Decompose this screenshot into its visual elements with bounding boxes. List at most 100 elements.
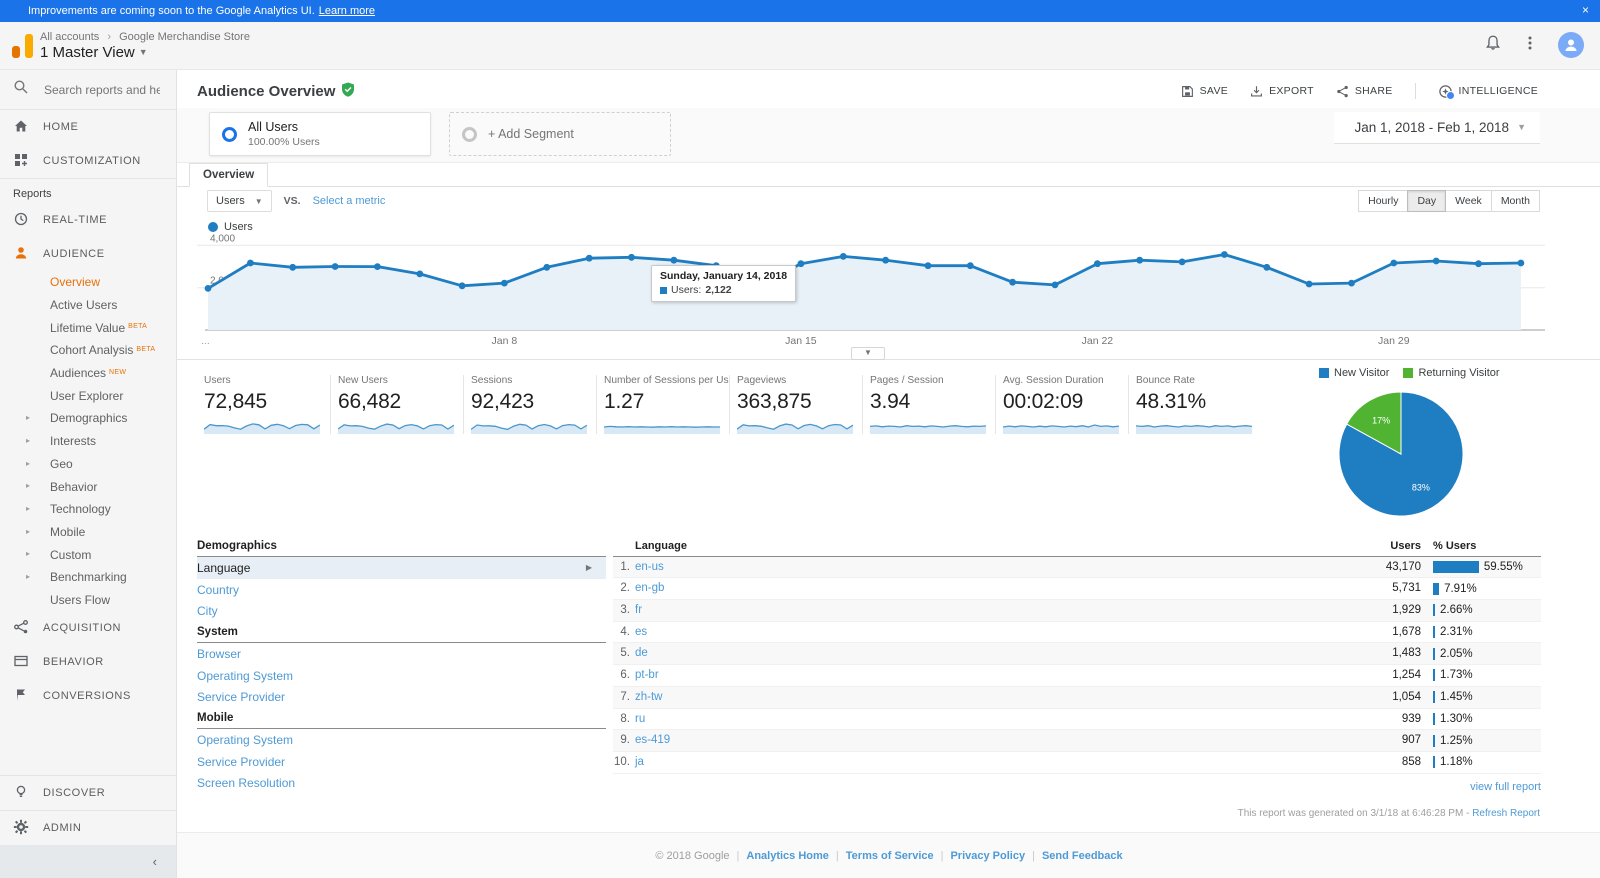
sidebar-item-audiences[interactable]: Audiences NEW xyxy=(0,362,176,385)
metric-dropdown[interactable]: Users ▼ xyxy=(207,190,272,212)
intelligence-button[interactable]: INTELLIGENCE xyxy=(1438,84,1538,100)
language-link-ru[interactable]: ru xyxy=(635,709,645,731)
menu-item-city[interactable]: City xyxy=(197,600,606,622)
data-point-jan-20[interactable] xyxy=(1009,278,1016,286)
column-header-language[interactable]: Language xyxy=(635,540,687,552)
pie-legend-returning-visitor[interactable]: Returning Visitor xyxy=(1403,367,1500,379)
sidebar-item-acquisition[interactable]: ACQUISITION xyxy=(0,611,176,645)
breadcrumb-account[interactable]: Google Merchandise Store xyxy=(119,31,250,43)
metric-card-pageviews[interactable]: Pageviews 363,875 xyxy=(729,375,862,434)
add-segment-button[interactable]: + Add Segment xyxy=(449,112,671,156)
data-point-jan-28[interactable] xyxy=(1348,279,1355,287)
data-point-jan-29[interactable] xyxy=(1390,259,1398,267)
metric-card-pages-session[interactable]: Pages / Session 3.94 xyxy=(862,375,995,434)
sidebar-item-behavior[interactable]: ▸ Behavior xyxy=(0,475,176,498)
data-point-jan-11[interactable] xyxy=(628,253,635,261)
data-point-jan-8[interactable] xyxy=(501,279,508,287)
language-link-es-419[interactable]: es-419 xyxy=(635,730,670,752)
data-point-jan-7[interactable] xyxy=(458,282,466,290)
language-link-en-us[interactable]: en-us xyxy=(635,557,664,579)
menu-item-screen-resolution[interactable]: Screen Resolution xyxy=(197,773,606,795)
data-point-jan-23[interactable] xyxy=(1136,256,1144,264)
menu-item-browser[interactable]: Browser xyxy=(197,643,606,665)
sidebar-item-behavior[interactable]: BEHAVIOR xyxy=(0,645,176,679)
search-input[interactable] xyxy=(42,81,162,98)
notifications-bell-icon[interactable] xyxy=(1484,34,1502,57)
language-link-es[interactable]: es xyxy=(635,622,647,644)
data-point-jan-10[interactable] xyxy=(585,254,593,262)
language-link-en-gb[interactable]: en-gb xyxy=(635,578,664,600)
column-header-users[interactable]: Users xyxy=(1390,540,1421,552)
data-point-jan-19[interactable] xyxy=(966,262,974,270)
sidebar-item-discover[interactable]: DISCOVER xyxy=(0,776,176,810)
save-button[interactable]: SAVE xyxy=(1181,85,1228,98)
sidebar-item-admin[interactable]: ADMIN xyxy=(0,811,176,845)
footer-link-analytics-home[interactable]: Analytics Home xyxy=(746,850,829,862)
footer-link-send-feedback[interactable]: Send Feedback xyxy=(1042,850,1123,862)
data-point-jan-30[interactable] xyxy=(1432,257,1440,265)
metric-card-users[interactable]: Users 72,845 xyxy=(197,375,330,434)
granularity-day[interactable]: Day xyxy=(1407,190,1447,212)
menu-item-operating-system[interactable]: Operating System xyxy=(197,729,606,751)
sidebar-item-users-flow[interactable]: Users Flow xyxy=(0,589,176,612)
column-header-pct-users[interactable]: % Users xyxy=(1433,540,1476,552)
segment-all-users[interactable]: All Users 100.00% Users xyxy=(209,112,431,156)
sidebar-item-audience[interactable]: AUDIENCE xyxy=(0,237,176,271)
data-point-jan-21[interactable] xyxy=(1051,281,1059,289)
metric-card-new-users[interactable]: New Users 66,482 xyxy=(330,375,463,434)
data-point-jan-5[interactable] xyxy=(374,263,381,270)
data-point-jan-6[interactable] xyxy=(416,270,424,278)
banner-learn-more-link[interactable]: Learn more xyxy=(319,5,375,17)
sidebar-item-home[interactable]: HOME xyxy=(0,110,176,144)
share-button[interactable]: SHARE xyxy=(1336,85,1393,98)
sidebar-item-technology[interactable]: ▸ Technology xyxy=(0,498,176,521)
menu-item-operating-system[interactable]: Operating System xyxy=(197,665,606,687)
data-point-jan-24[interactable] xyxy=(1178,258,1186,266)
sidebar-item-mobile[interactable]: ▸ Mobile xyxy=(0,521,176,544)
metric-card-sessions[interactable]: Sessions 92,423 xyxy=(463,375,596,434)
language-link-fr[interactable]: fr xyxy=(635,600,642,622)
language-link-pt-br[interactable]: pt-br xyxy=(635,665,659,687)
sidebar-collapse-button[interactable]: ‹ xyxy=(0,845,176,878)
granularity-hourly[interactable]: Hourly xyxy=(1358,190,1409,212)
sidebar-item-realtime[interactable]: REAL-TIME xyxy=(0,203,176,237)
sidebar-item-benchmarking[interactable]: ▸ Benchmarking xyxy=(0,566,176,589)
language-link-ja[interactable]: ja xyxy=(635,752,644,774)
chart-collapse-button[interactable]: ▼ xyxy=(851,347,885,360)
tab-overview[interactable]: Overview xyxy=(189,163,269,187)
view-full-report-link[interactable]: view full report xyxy=(1470,781,1541,793)
language-link-de[interactable]: de xyxy=(635,643,648,665)
data-point-jan-22[interactable] xyxy=(1094,260,1101,268)
data-point-jan-15[interactable] xyxy=(797,260,805,268)
date-range-picker[interactable]: Jan 1, 2018 - Feb 1, 2018 ▼ xyxy=(1334,112,1540,144)
sidebar-item-active-users[interactable]: Active Users xyxy=(0,294,176,317)
metric-card-avg-session-duration[interactable]: Avg. Session Duration 00:02:09 xyxy=(995,375,1128,434)
export-button[interactable]: EXPORT xyxy=(1250,85,1314,98)
metric-card-bounce-rate[interactable]: Bounce Rate 48.31% xyxy=(1128,375,1261,434)
sidebar-item-overview[interactable]: Overview xyxy=(0,271,176,294)
sidebar-item-demographics[interactable]: ▸ Demographics xyxy=(0,407,176,430)
data-point-jan-26[interactable] xyxy=(1263,263,1271,271)
data-point-jan-18[interactable] xyxy=(924,262,932,270)
sidebar-item-cohort-analysis[interactable]: Cohort Analysis BETA xyxy=(0,339,176,362)
data-point-jan-12[interactable] xyxy=(670,256,678,264)
sidebar-item-geo[interactable]: ▸ Geo xyxy=(0,453,176,476)
sidebar-search[interactable] xyxy=(0,70,176,110)
menu-item-service-provider[interactable]: Service Provider xyxy=(197,686,606,708)
select-metric-link[interactable]: Select a metric xyxy=(313,195,386,207)
footer-link-privacy-policy[interactable]: Privacy Policy xyxy=(950,850,1025,862)
breadcrumb-all-accounts[interactable]: All accounts xyxy=(40,31,99,43)
data-point-jan-27[interactable] xyxy=(1305,280,1313,288)
analytics-logo-icon[interactable] xyxy=(11,34,35,58)
data-point-jan-17[interactable] xyxy=(882,256,889,264)
view-selector[interactable]: 1 Master View ▼ xyxy=(40,44,148,61)
data-point-jan-4[interactable] xyxy=(331,263,339,270)
user-avatar[interactable] xyxy=(1558,32,1584,58)
sidebar-item-conversions[interactable]: CONVERSIONS xyxy=(0,679,176,713)
granularity-week[interactable]: Week xyxy=(1445,190,1492,212)
data-point-jan-25[interactable] xyxy=(1221,251,1228,258)
sidebar-item-interests[interactable]: ▸ Interests xyxy=(0,430,176,453)
metric-card-number-of-sessions-per-user[interactable]: Number of Sessions per User 1.27 xyxy=(596,375,729,434)
menu-item-service-provider[interactable]: Service Provider xyxy=(197,751,606,773)
data-point-jan-3[interactable] xyxy=(289,263,297,271)
